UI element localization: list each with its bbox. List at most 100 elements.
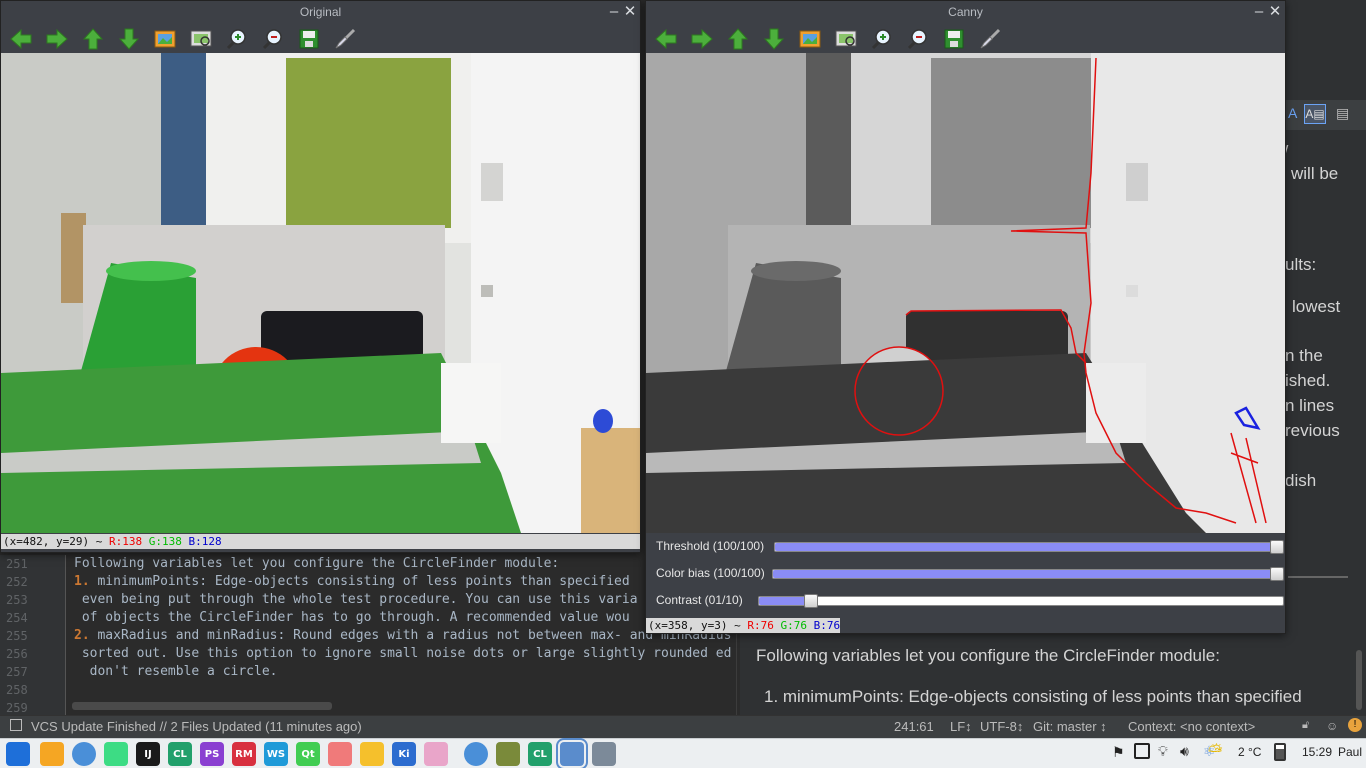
- arrow-left-icon[interactable]: [8, 26, 34, 52]
- caret-position[interactable]: 241:61: [894, 719, 934, 734]
- arrow-down-icon[interactable]: [761, 26, 787, 52]
- launcher-icon[interactable]: [6, 742, 30, 766]
- minimize-button[interactable]: –: [1252, 3, 1266, 21]
- camera-frame-color: [1, 53, 640, 533]
- trackbar-slider[interactable]: [774, 540, 1284, 554]
- toggle-tool-windows-icon[interactable]: [10, 719, 22, 731]
- minimize-button[interactable]: –: [607, 3, 621, 21]
- app-yellow-icon[interactable]: [360, 742, 384, 766]
- code-line[interactable]: 257 don't resemble a circle.: [0, 663, 740, 681]
- user-name[interactable]: Paul: [1338, 745, 1362, 759]
- close-button[interactable]: ✕: [623, 3, 637, 21]
- arrow-right-icon[interactable]: [689, 26, 715, 52]
- editor-horizontal-scrollbar[interactable]: [72, 702, 332, 710]
- file-encoding[interactable]: UTF-8↕: [980, 719, 1023, 734]
- brush-icon[interactable]: [977, 26, 1003, 52]
- lightbulb-icon[interactable]: 💡︎: [1158, 743, 1168, 760]
- canny-image-window[interactable]: Canny – ✕ Threshold (100/100) Color bias…: [645, 0, 1286, 634]
- inspector-icon[interactable]: ☺︎: [1326, 719, 1338, 733]
- code-line[interactable]: 258: [0, 681, 740, 699]
- save-icon[interactable]: [941, 26, 967, 52]
- window-1-icon[interactable]: [556, 738, 588, 768]
- task-context[interactable]: Context: <no context>: [1128, 719, 1255, 734]
- chromium-2-icon[interactable]: [464, 742, 488, 766]
- code-editor[interactable]: 251 Following variables let you configure…: [0, 555, 740, 715]
- battery-icon[interactable]: [1274, 743, 1286, 761]
- code-line[interactable]: 251 Following variables let you configure…: [0, 555, 740, 573]
- brush-icon[interactable]: [332, 26, 358, 52]
- code-line[interactable]: 255 2. maxRadius and minRadius: Round edg…: [0, 627, 740, 645]
- qt-icon[interactable]: Qt: [296, 742, 320, 766]
- code-line[interactable]: 256 sorted out. Use this option to ignor…: [0, 645, 740, 663]
- app-gear-icon[interactable]: [328, 742, 352, 766]
- phpstorm-icon[interactable]: PS: [200, 742, 224, 766]
- trackbar-slider[interactable]: [772, 567, 1284, 581]
- krita-icon[interactable]: Ki: [392, 742, 416, 766]
- zoom-out-icon[interactable]: [260, 26, 286, 52]
- pixel-blue: B:76: [813, 619, 841, 632]
- weather-icon[interactable]: ⛅︎: [1208, 741, 1222, 762]
- fit-window-icon[interactable]: [188, 26, 214, 52]
- system-monitor-icon[interactable]: ⚑: [1112, 744, 1125, 761]
- fit-window-icon[interactable]: [833, 26, 859, 52]
- rubymine-icon[interactable]: RM: [232, 742, 256, 766]
- files-icon[interactable]: [40, 742, 64, 766]
- window-2-icon[interactable]: [592, 742, 616, 766]
- trackbar-handle[interactable]: [1270, 540, 1284, 554]
- canny-image-view[interactable]: [646, 53, 1285, 533]
- music-icon[interactable]: [496, 742, 520, 766]
- trackbar-handle[interactable]: [1270, 567, 1284, 581]
- image-icon[interactable]: [152, 26, 178, 52]
- zoom-out-icon[interactable]: [905, 26, 931, 52]
- code-line[interactable]: 254 of objects the CircleFinder has to g…: [0, 609, 740, 627]
- split-view-icon[interactable]: A▤: [1304, 104, 1326, 124]
- preview-mode-icon[interactable]: A: [1288, 105, 1297, 121]
- line-content: maxRadius and minRadius: Round edges wit…: [89, 628, 732, 643]
- zoom-in-icon[interactable]: [224, 26, 250, 52]
- arrow-left-icon[interactable]: [653, 26, 679, 52]
- event-log-icon[interactable]: !: [1348, 718, 1362, 732]
- preview-toolbar: A A▤ ▤: [1286, 100, 1366, 130]
- webstorm-icon[interactable]: WS: [264, 742, 288, 766]
- original-image-window[interactable]: Original – ✕ (x=482, y=29) ~ R:138 G:138…: [0, 0, 641, 553]
- notifications-icon[interactable]: [1134, 743, 1150, 759]
- git-branch[interactable]: Git: master ↕: [1033, 719, 1107, 734]
- line-number: 252: [6, 575, 28, 589]
- clion-icon[interactable]: CL: [168, 742, 192, 766]
- app-label: Qt: [301, 748, 315, 760]
- image-icon[interactable]: [797, 26, 823, 52]
- line-separator[interactable]: LF↕: [950, 719, 972, 734]
- trackbar-row: Threshold (100/100): [646, 535, 1285, 559]
- line-number: 258: [6, 683, 28, 697]
- volume-icon[interactable]: 🔊︎: [1180, 743, 1189, 760]
- trackbar-slider[interactable]: [758, 594, 1284, 608]
- chromium-icon[interactable]: [72, 742, 96, 766]
- app-label: RM: [235, 748, 253, 760]
- line-text: 1. minimumPoints: Edge-objects consistin…: [74, 573, 630, 591]
- code-line[interactable]: 253 even being put through the whole tes…: [0, 591, 740, 609]
- zoom-in-icon[interactable]: [869, 26, 895, 52]
- android-studio-icon[interactable]: [104, 742, 128, 766]
- list-marker: 1.: [74, 574, 90, 589]
- arrow-right-icon[interactable]: [44, 26, 70, 52]
- arrow-up-icon[interactable]: [80, 26, 106, 52]
- intellij-icon[interactable]: IJ: [136, 742, 160, 766]
- line-number: 255: [6, 629, 28, 643]
- save-icon[interactable]: [296, 26, 322, 52]
- close-button[interactable]: ✕: [1268, 3, 1282, 21]
- arrow-up-icon[interactable]: [725, 26, 751, 52]
- app-pink-icon[interactable]: [424, 742, 448, 766]
- code-line[interactable]: 252 1. minimumPoints: Edge-objects consis…: [0, 573, 740, 591]
- preview-scrollbar[interactable]: [1356, 650, 1362, 710]
- original-image-view[interactable]: [1, 53, 640, 533]
- preview-only-icon[interactable]: ▤: [1336, 105, 1349, 122]
- clion-2-icon[interactable]: CL: [528, 742, 552, 766]
- vcs-status[interactable]: VCS Update Finished // 2 Files Updated (…: [31, 719, 362, 734]
- lock-icon[interactable]: 🔓︎: [1302, 719, 1309, 732]
- trackbar-handle[interactable]: [804, 594, 818, 608]
- clock[interactable]: 15:29: [1302, 745, 1332, 759]
- arrow-down-icon[interactable]: [116, 26, 142, 52]
- preview-fragment: dish: [1285, 471, 1317, 490]
- pixel-info-bar: (x=482, y=29) ~ R:138 G:138 B:128: [1, 534, 640, 549]
- temperature[interactable]: 2 °C: [1238, 745, 1261, 759]
